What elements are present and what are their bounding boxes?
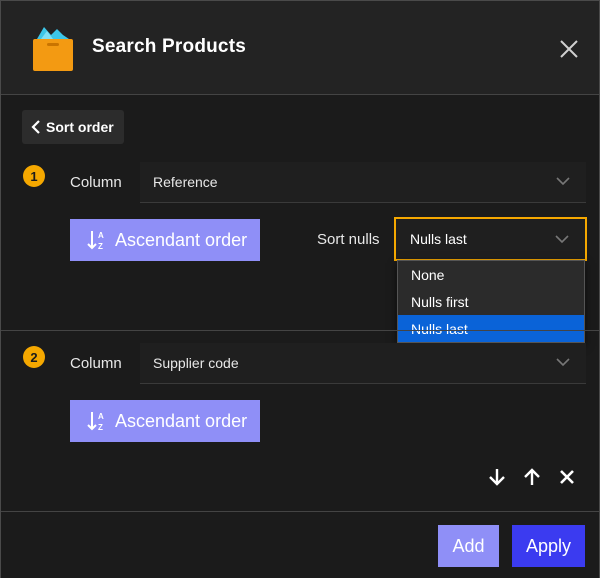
sort-nulls-value: Nulls last — [410, 231, 467, 247]
svg-text:Z: Z — [98, 242, 103, 251]
column-select-value: Reference — [153, 174, 218, 190]
order-button-label: Ascendant order — [115, 229, 248, 250]
criteria-divider — [1, 330, 599, 331]
dialog-header: Search Products — [1, 1, 599, 95]
arrow-down-icon[interactable] — [487, 467, 507, 487]
sort-nulls-select[interactable]: Nulls last — [394, 217, 587, 261]
close-icon[interactable] — [557, 37, 581, 61]
chevron-left-icon — [31, 120, 40, 134]
chevron-down-icon — [556, 358, 570, 367]
sort-nulls-label: Sort nulls — [317, 231, 380, 248]
dialog-title: Search Products — [92, 36, 246, 57]
dropdown-option-nulls-first[interactable]: Nulls first — [398, 288, 584, 315]
svg-text:A: A — [98, 231, 104, 240]
column-select-value: Supplier code — [153, 355, 239, 371]
svg-text:A: A — [98, 412, 104, 421]
add-button[interactable]: Add — [438, 525, 499, 567]
products-box-icon — [33, 27, 73, 71]
ascendant-order-button[interactable]: A Z Ascendant order — [70, 219, 260, 261]
sort-ascending-icon: A Z — [87, 231, 104, 251]
chevron-down-icon — [555, 235, 569, 244]
dropdown-option-nulls-last[interactable]: Nulls last — [398, 315, 584, 342]
dialog-footer — [1, 511, 599, 578]
sort-ascending-icon: A Z — [87, 412, 104, 432]
column-label: Column — [70, 174, 122, 191]
column-select[interactable]: Reference — [140, 162, 586, 203]
dropdown-option-none[interactable]: None — [398, 261, 584, 288]
svg-text:Z: Z — [98, 423, 103, 432]
criterion-number-badge: 2 — [23, 346, 45, 368]
chevron-down-icon — [556, 177, 570, 186]
remove-icon[interactable] — [557, 467, 577, 487]
arrow-up-icon[interactable] — [522, 467, 542, 487]
column-select[interactable]: Supplier code — [140, 343, 586, 384]
criterion-number-badge: 1 — [23, 165, 45, 187]
back-button-label: Sort order — [46, 119, 114, 135]
ascendant-order-button[interactable]: A Z Ascendant order — [70, 400, 260, 442]
apply-button[interactable]: Apply — [512, 525, 585, 567]
order-button-label: Ascendant order — [115, 410, 248, 431]
column-label: Column — [70, 355, 122, 372]
sort-order-back-button[interactable]: Sort order — [22, 110, 124, 144]
search-products-dialog: Search Products Sort order 1 Column Refe… — [0, 0, 600, 578]
